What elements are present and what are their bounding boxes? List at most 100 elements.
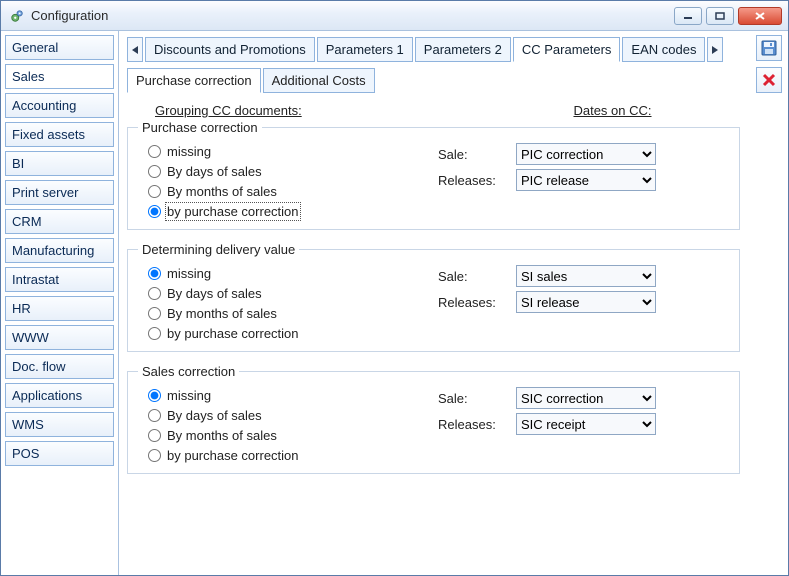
sidebar-item-general[interactable]: General bbox=[5, 35, 114, 60]
tab-discounts-and-promotions[interactable]: Discounts and Promotions bbox=[145, 37, 315, 62]
radio-by-days-of-sales[interactable]: By days of sales bbox=[148, 405, 438, 425]
sidebar-item-doc-flow[interactable]: Doc. flow bbox=[5, 354, 114, 379]
app-window: Configuration General Sales Accounting Fixe… bbox=[0, 0, 789, 576]
sidebar-item-wms[interactable]: WMS bbox=[5, 412, 114, 437]
radio-input[interactable] bbox=[148, 287, 161, 300]
select-label-release: Releases: bbox=[438, 295, 508, 310]
select-row-sale: Sale: SI sales bbox=[438, 263, 729, 289]
radio-missing[interactable]: missing bbox=[148, 385, 438, 405]
select-sale[interactable]: SI sales bbox=[516, 265, 656, 287]
radio-by-months-of-sales[interactable]: By months of sales bbox=[148, 181, 438, 201]
minimize-button[interactable] bbox=[674, 7, 702, 25]
subtab-purchase-correction[interactable]: Purchase correction bbox=[127, 68, 261, 93]
radio-input[interactable] bbox=[148, 409, 161, 422]
radio-input[interactable] bbox=[148, 449, 161, 462]
select-label-release: Releases: bbox=[438, 417, 508, 432]
radio-by-days-of-sales[interactable]: By days of sales bbox=[148, 283, 438, 303]
radio-input[interactable] bbox=[148, 145, 161, 158]
tab-strip: Discounts and PromotionsParameters 1Para… bbox=[127, 37, 780, 62]
maximize-button[interactable] bbox=[706, 7, 734, 25]
select-sale[interactable]: PIC correction bbox=[516, 143, 656, 165]
tab-cc-parameters[interactable]: CC Parameters bbox=[513, 37, 621, 62]
radio-label: By months of sales bbox=[167, 428, 277, 443]
tab-scroll-right[interactable] bbox=[707, 37, 723, 62]
grouping-heading: Grouping CC documents: bbox=[155, 103, 485, 118]
select-row-release: Releases: PIC release bbox=[438, 167, 729, 193]
radio-label: By days of sales bbox=[167, 408, 262, 423]
group-legend: Purchase correction bbox=[138, 120, 262, 135]
sidebar-item-bi[interactable]: BI bbox=[5, 151, 114, 176]
window-title: Configuration bbox=[31, 8, 674, 23]
radio-label: By days of sales bbox=[167, 164, 262, 179]
delete-button[interactable] bbox=[756, 67, 782, 93]
sidebar-item-hr[interactable]: HR bbox=[5, 296, 114, 321]
radio-input[interactable] bbox=[148, 185, 161, 198]
radio-label: by purchase correction bbox=[167, 204, 299, 219]
tab-parameters-2[interactable]: Parameters 2 bbox=[415, 37, 511, 62]
sidebar-item-print-server[interactable]: Print server bbox=[5, 180, 114, 205]
group-sales-correction: Sales correction missing By days of sales B… bbox=[127, 364, 740, 474]
radio-input[interactable] bbox=[148, 429, 161, 442]
radio-label: By months of sales bbox=[167, 184, 277, 199]
radio-by-purchase-correction[interactable]: by purchase correction bbox=[148, 445, 438, 465]
select-row-sale: Sale:PIC correction bbox=[438, 141, 729, 167]
tab-scroll-left[interactable] bbox=[127, 37, 143, 62]
tab-parameters-1[interactable]: Parameters 1 bbox=[317, 37, 413, 62]
sidebar-item-crm[interactable]: CRM bbox=[5, 209, 114, 234]
titlebar: Configuration bbox=[1, 1, 788, 31]
select-release[interactable]: SIC receipt bbox=[516, 413, 656, 435]
sidebar-item-fixed-assets[interactable]: Fixed assets bbox=[5, 122, 114, 147]
radio-input[interactable] bbox=[148, 389, 161, 402]
save-button[interactable] bbox=[756, 35, 782, 61]
sidebar-item-www[interactable]: WWW bbox=[5, 325, 114, 350]
sidebar: General Sales Accounting Fixed assets BI Prin… bbox=[1, 31, 119, 575]
close-button[interactable] bbox=[738, 7, 782, 25]
sidebar-item-intrastat[interactable]: Intrastat bbox=[5, 267, 114, 292]
select-label-sale: Sale: bbox=[438, 391, 508, 406]
radio-missing[interactable]: missing bbox=[148, 141, 438, 161]
radio-label: missing bbox=[167, 144, 211, 159]
sidebar-item-applications[interactable]: Applications bbox=[5, 383, 114, 408]
headings-row: Grouping CC documents: Dates on CC: bbox=[155, 103, 740, 118]
window-controls bbox=[674, 7, 782, 25]
radio-label: By months of sales bbox=[167, 306, 277, 321]
select-release[interactable]: SI release bbox=[516, 291, 656, 313]
radio-input[interactable] bbox=[148, 205, 161, 218]
group-determining-delivery-value: Determining delivery valuemissingBy days… bbox=[127, 242, 740, 352]
radio-input[interactable] bbox=[148, 267, 161, 280]
radio-label: by purchase correction bbox=[167, 448, 299, 463]
radio-by-purchase-correction[interactable]: by purchase correction bbox=[148, 323, 438, 343]
subtab-strip: Purchase correctionAdditional Costs bbox=[127, 68, 780, 93]
group-purchase-correction: Purchase correction missing By days of sal… bbox=[127, 120, 740, 230]
select-release[interactable]: PIC release bbox=[516, 169, 656, 191]
radio-label: missing bbox=[167, 266, 211, 281]
radio-input[interactable] bbox=[148, 327, 161, 340]
radio-by-days-of-sales[interactable]: By days of sales bbox=[148, 161, 438, 181]
dates-heading: Dates on CC: bbox=[485, 103, 740, 118]
radio-label: missing bbox=[167, 388, 211, 403]
select-label-release: Releases: bbox=[438, 173, 508, 188]
radio-label: By days of sales bbox=[167, 286, 262, 301]
sidebar-item-sales[interactable]: Sales bbox=[5, 64, 114, 89]
app-gear-icon bbox=[9, 8, 25, 24]
sidebar-item-accounting[interactable]: Accounting bbox=[5, 93, 114, 118]
select-row-release: Releases: SI release bbox=[438, 289, 729, 315]
subtab-additional-costs[interactable]: Additional Costs bbox=[263, 68, 375, 93]
sidebar-item-pos[interactable]: POS bbox=[5, 441, 114, 466]
sidebar-item-manufacturing[interactable]: Manufacturing bbox=[5, 238, 114, 263]
select-row-sale: Sale: SIC correction bbox=[438, 385, 729, 411]
radio-by-purchase-correction[interactable]: by purchase correction bbox=[148, 201, 438, 221]
select-row-release: Releases: SIC receipt bbox=[438, 411, 729, 437]
radio-input[interactable] bbox=[148, 165, 161, 178]
radio-by-months-of-sales[interactable]: By months of sales bbox=[148, 425, 438, 445]
select-sale[interactable]: SIC correction bbox=[516, 387, 656, 409]
main-panel: Discounts and PromotionsParameters 1Para… bbox=[119, 31, 788, 575]
group-legend: Sales correction bbox=[138, 364, 239, 379]
select-label-sale: Sale: bbox=[438, 269, 508, 284]
radio-label: by purchase correction bbox=[167, 326, 299, 341]
radio-input[interactable] bbox=[148, 307, 161, 320]
radio-missing[interactable]: missing bbox=[148, 263, 438, 283]
tab-content: Grouping CC documents: Dates on CC: Purc… bbox=[127, 103, 780, 474]
radio-by-months-of-sales[interactable]: By months of sales bbox=[148, 303, 438, 323]
tab-ean-codes[interactable]: EAN codes bbox=[622, 37, 705, 62]
